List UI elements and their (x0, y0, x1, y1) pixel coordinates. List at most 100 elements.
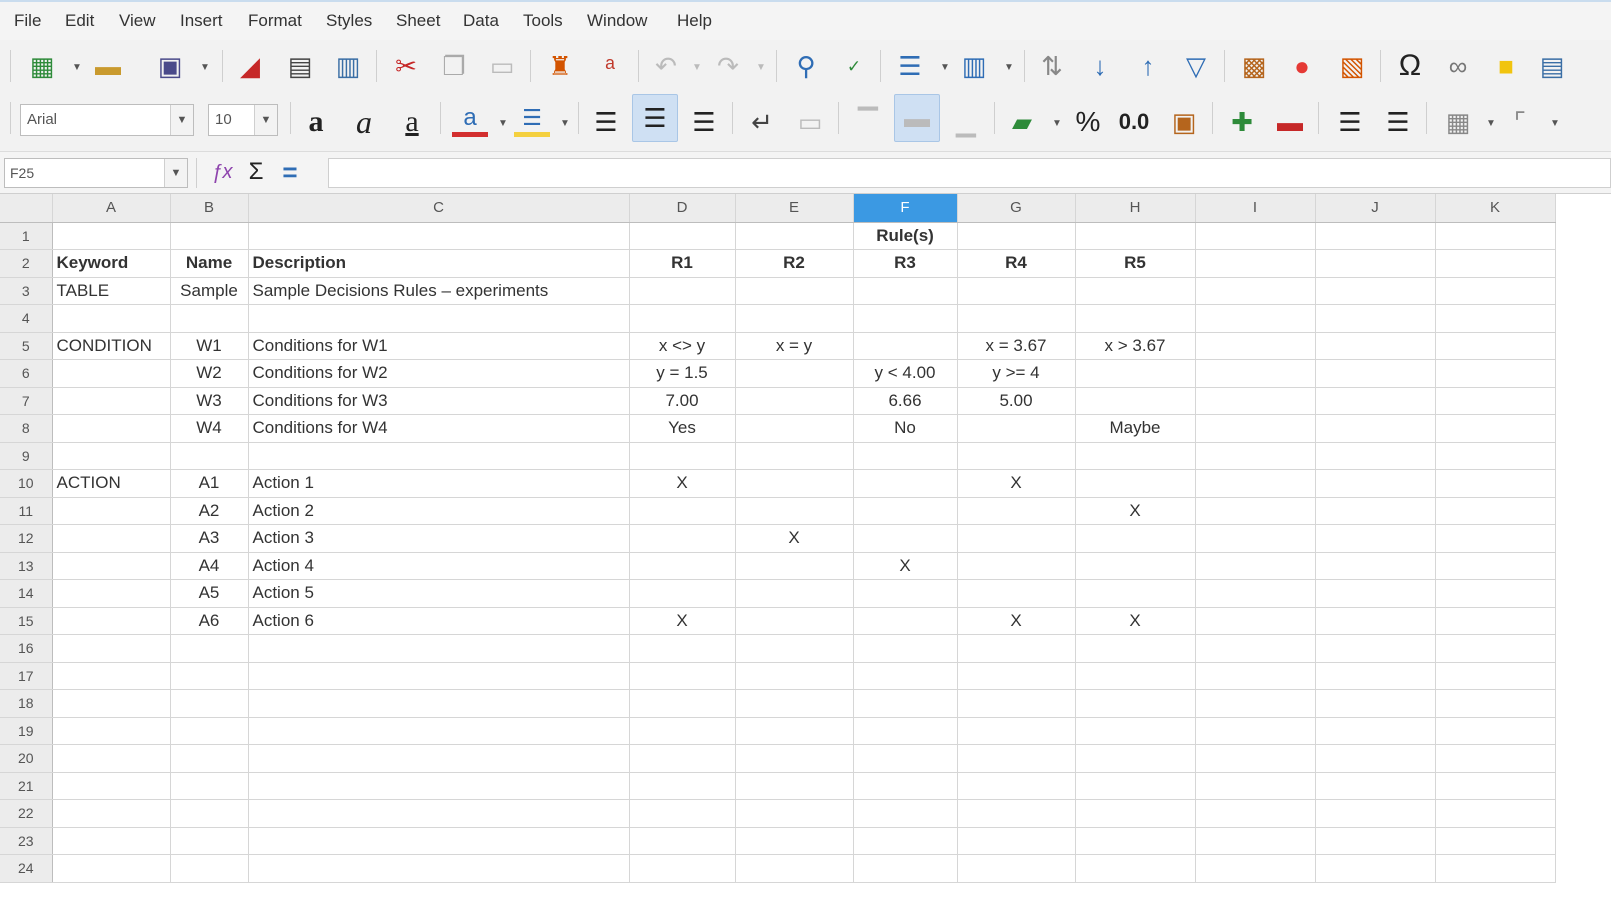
cell-e5[interactable]: x = y (735, 332, 854, 360)
cell-d23[interactable] (629, 827, 736, 855)
align-bottom-icon[interactable]: ▁ (948, 104, 984, 140)
cell-a18[interactable] (52, 689, 171, 718)
add-decimal-icon[interactable]: ✚ (1224, 104, 1260, 140)
cell-k17[interactable] (1435, 662, 1556, 690)
row-header[interactable]: 2 (0, 249, 53, 278)
cell-c13[interactable]: Action 4 (248, 552, 630, 580)
cell-d5[interactable]: x <> y (629, 332, 736, 360)
cell-f14[interactable] (853, 579, 958, 608)
cell-k3[interactable] (1435, 277, 1556, 305)
row-header[interactable]: 11 (0, 497, 53, 525)
cell-d24[interactable] (629, 854, 736, 883)
font-color-icon[interactable]: a (452, 104, 488, 137)
cell-j10[interactable] (1315, 469, 1436, 498)
cell-b11[interactable]: A2 (170, 497, 249, 525)
merge-cells-icon[interactable]: ▭ (792, 104, 828, 140)
cell-e12[interactable]: X (735, 524, 854, 553)
cell-h8[interactable]: Maybe (1075, 414, 1196, 443)
cell-f10[interactable] (853, 469, 958, 498)
hyperlink-icon[interactable]: ∞ (1440, 48, 1476, 84)
cell-f8[interactable]: No (853, 414, 958, 443)
row-header[interactable]: 9 (0, 442, 53, 470)
sum-icon[interactable]: Σ (238, 154, 274, 190)
cell-j15[interactable] (1315, 607, 1436, 635)
cell-b6[interactable]: W2 (170, 359, 249, 388)
cell-e22[interactable] (735, 799, 854, 828)
cell-k14[interactable] (1435, 579, 1556, 608)
cell-h6[interactable] (1075, 359, 1196, 388)
cell-c2[interactable]: Description (248, 249, 630, 278)
cell-a12[interactable] (52, 524, 171, 553)
insert-column-icon[interactable]: ▥ (956, 48, 992, 84)
cell-f11[interactable] (853, 497, 958, 525)
sort-icon[interactable]: ⇅ (1034, 48, 1070, 84)
cell-d6[interactable]: y = 1.5 (629, 359, 736, 388)
cell-e18[interactable] (735, 689, 854, 718)
menu-view[interactable]: View (119, 11, 156, 31)
row-header[interactable]: 16 (0, 634, 53, 663)
cell-i6[interactable] (1195, 359, 1316, 388)
cell-b8[interactable]: W4 (170, 414, 249, 443)
cell-e16[interactable] (735, 634, 854, 663)
cell-e24[interactable] (735, 854, 854, 883)
cell-c24[interactable] (248, 854, 630, 883)
cell-f24[interactable] (853, 854, 958, 883)
cell-d13[interactable] (629, 552, 736, 580)
cell-b7[interactable]: W3 (170, 387, 249, 415)
cell-a7[interactable] (52, 387, 171, 415)
cell-b21[interactable] (170, 772, 249, 800)
cell-b5[interactable]: W1 (170, 332, 249, 360)
cell-f12[interactable] (853, 524, 958, 553)
cell-h18[interactable] (1075, 689, 1196, 718)
cell-e6[interactable] (735, 359, 854, 388)
cell-c15[interactable]: Action 6 (248, 607, 630, 635)
cell-i15[interactable] (1195, 607, 1316, 635)
cell-k22[interactable] (1435, 799, 1556, 828)
cell-d8[interactable]: Yes (629, 414, 736, 443)
date-format-icon[interactable]: ▣ (1166, 104, 1202, 140)
cell-c22[interactable] (248, 799, 630, 828)
column-header-b[interactable]: B (170, 194, 249, 223)
cell-i23[interactable] (1195, 827, 1316, 855)
menu-styles[interactable]: Styles (326, 11, 372, 31)
cell-d2[interactable]: R1 (629, 249, 736, 278)
cell-h24[interactable] (1075, 854, 1196, 883)
column-header-k[interactable]: K (1435, 194, 1556, 223)
cell-f1[interactable]: Rule(s) (853, 222, 958, 250)
cell-e11[interactable] (735, 497, 854, 525)
cell-c21[interactable] (248, 772, 630, 800)
cell-c16[interactable] (248, 634, 630, 663)
cell-g13[interactable] (957, 552, 1076, 580)
cell-k12[interactable] (1435, 524, 1556, 553)
cell-j20[interactable] (1315, 744, 1436, 773)
row-header[interactable]: 13 (0, 552, 53, 580)
cell-c3[interactable]: Sample Decisions Rules – experiments (248, 277, 630, 305)
cell-f19[interactable] (853, 717, 958, 745)
wrap-text-icon[interactable]: ↵ (744, 104, 780, 140)
cell-k15[interactable] (1435, 607, 1556, 635)
font-name-dropdown-icon[interactable]: ▼ (170, 105, 193, 135)
name-box[interactable]: F25 ▼ (4, 158, 188, 188)
column-header-d[interactable]: D (629, 194, 736, 223)
cell-k20[interactable] (1435, 744, 1556, 773)
cell-b10[interactable]: A1 (170, 469, 249, 498)
cell-e9[interactable] (735, 442, 854, 470)
cell-f3[interactable] (853, 277, 958, 305)
cell-i11[interactable] (1195, 497, 1316, 525)
cell-j13[interactable] (1315, 552, 1436, 580)
cell-h13[interactable] (1075, 552, 1196, 580)
cell-j18[interactable] (1315, 689, 1436, 718)
cell-c7[interactable]: Conditions for W3 (248, 387, 630, 415)
align-right-icon[interactable]: ☰ (686, 104, 722, 140)
cell-g22[interactable] (957, 799, 1076, 828)
cell-g21[interactable] (957, 772, 1076, 800)
cell-i4[interactable] (1195, 304, 1316, 333)
cell-h4[interactable] (1075, 304, 1196, 333)
cell-h12[interactable] (1075, 524, 1196, 553)
cell-g3[interactable] (957, 277, 1076, 305)
cell-f7[interactable]: 6.66 (853, 387, 958, 415)
cell-d3[interactable] (629, 277, 736, 305)
cell-f5[interactable] (853, 332, 958, 360)
cell-k4[interactable] (1435, 304, 1556, 333)
cell-c17[interactable] (248, 662, 630, 690)
